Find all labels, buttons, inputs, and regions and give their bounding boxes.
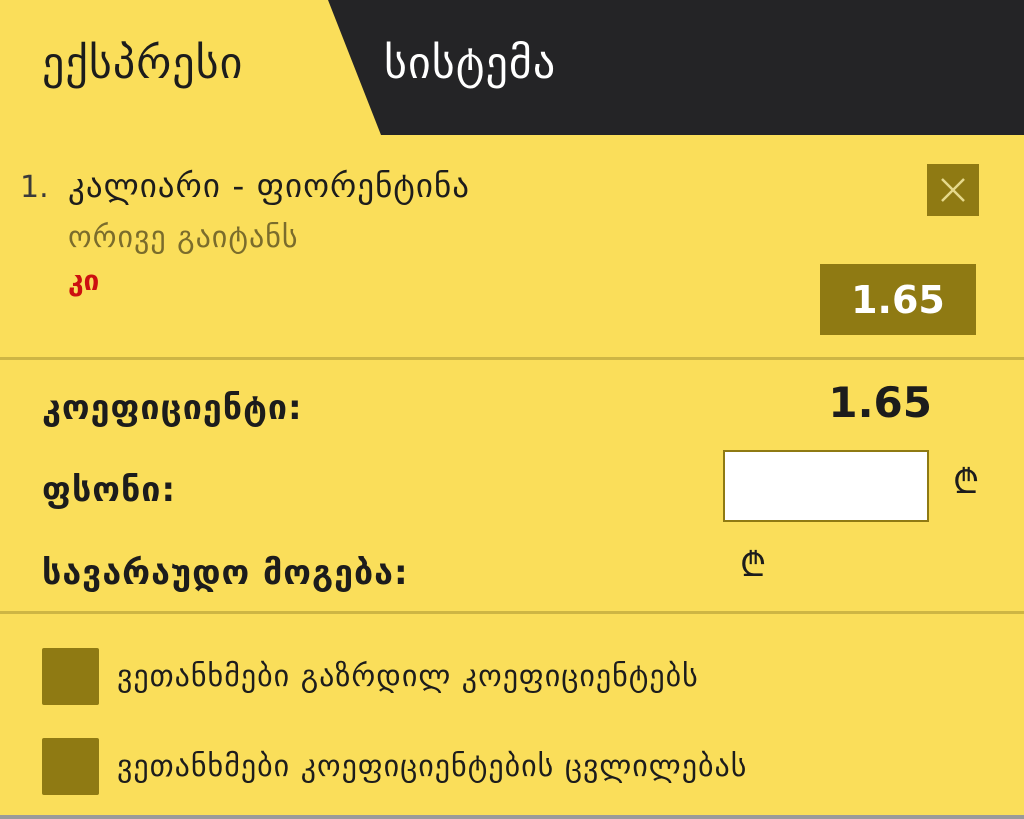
bet-type-tabs: ექსპრესი სისტემა [0,0,1024,135]
accept-odds-change-option[interactable]: ვეთანხმები კოეფიციენტების ცვლილებას [42,738,747,795]
tab-express[interactable]: ექსპრესი [42,38,243,90]
accept-odds-change-label: ვეთანხმები კოეფიციენტების ცვლილებას [117,749,748,784]
bet-odds-badge: 1.65 [820,264,976,335]
bet-market: ორივე გაიტანს [68,220,299,255]
tab-system[interactable]: სისტემა [384,38,556,90]
coefficient-value: 1.65 [828,378,932,427]
bottom-border [0,815,1024,819]
remove-bet-button[interactable] [927,164,979,216]
accept-increased-odds-checkbox[interactable] [42,648,99,705]
bet-match-name: კალიარი - ფიორენტინა [68,166,470,205]
stake-label: ფსონი: [42,470,177,510]
accept-odds-change-checkbox[interactable] [42,738,99,795]
bet-index: 1. [20,170,49,205]
divider [0,357,1024,360]
accept-increased-odds-option[interactable]: ვეთანხმები გაზრდილ კოეფიციენტებს [42,648,699,705]
coefficient-label: კოეფიციენტი: [42,388,303,428]
accept-increased-odds-label: ვეთანხმები გაზრდილ კოეფიციენტებს [117,659,699,694]
bet-outcome: კი [68,264,100,297]
stake-input[interactable] [723,450,929,522]
bet-slip: ექსპრესი სისტემა 1. კალიარი - ფიორენტინა… [0,0,1024,819]
possible-win-label: სავარაუდო მოგება: [42,553,409,593]
lari-currency-icon: ₾ [740,545,767,585]
divider [0,611,1024,614]
lari-currency-icon: ₾ [953,462,980,502]
close-icon [941,178,965,202]
